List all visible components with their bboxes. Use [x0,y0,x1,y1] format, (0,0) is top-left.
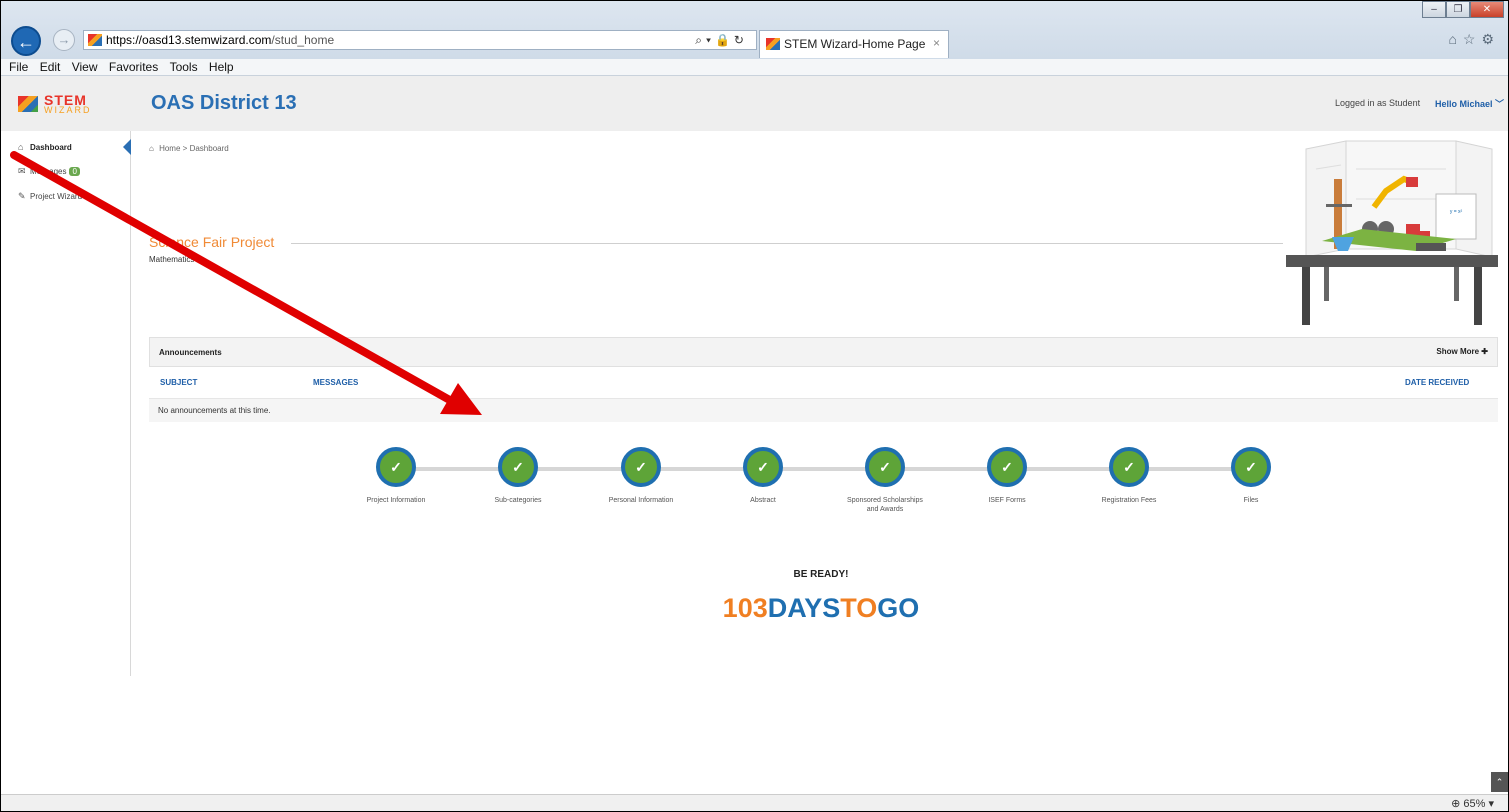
menu-favorites[interactable]: Favorites [109,59,158,75]
announcements-header: Announcements Show More ✚ [149,337,1498,367]
chevron-down-icon: ﹀ [1495,99,1505,109]
check-icon: ✓ [376,447,416,487]
check-icon: ✓ [498,447,538,487]
breadcrumb: ⌂ Home > Dashboard [149,144,229,153]
user-menu[interactable]: Hello Michael ﹀ [1435,97,1504,110]
check-icon: ✓ [987,447,1027,487]
restore-icon[interactable]: ❐ [1446,1,1470,18]
step-sponsored-scholarships[interactable]: ✓ Sponsored Scholarships and Awards [825,447,945,514]
column-messages[interactable]: MESSAGES [313,378,358,387]
plus-icon: ✚ [1481,347,1488,356]
menu-bar: File Edit View Favorites Tools Help [1,59,1508,76]
window-controls: – ❐ ✕ [1422,1,1504,19]
district-title: OAS District 13 [151,92,297,114]
project-category: Mathematics [149,255,195,264]
step-abstract[interactable]: ✓ Abstract [703,447,823,505]
check-icon: ✓ [865,447,905,487]
browser-window: – ❐ ✕ ← → https://oasd13.stemwizard.com/… [0,0,1509,812]
science-lab-illustration: y = x² [1286,140,1498,325]
menu-tools[interactable]: Tools [170,59,198,75]
zoom-icon: ⊕ [1451,798,1461,810]
address-url: https://oasd13.stemwizard.com/stud_home [106,33,335,47]
step-project-information[interactable]: ✓ Project Information [336,447,456,505]
menu-file[interactable]: File [9,59,28,75]
logo-mark-icon [18,96,38,112]
title-divider [291,243,1283,244]
show-more-button[interactable]: Show More ✚ [1436,347,1488,356]
svg-text:y = x²: y = x² [1450,209,1463,215]
step-personal-information[interactable]: ✓ Personal Information [581,447,701,505]
be-ready-label: BE READY! [793,569,849,580]
step-sub-categories[interactable]: ✓ Sub-categories [458,447,578,505]
menu-edit[interactable]: Edit [40,59,61,75]
check-icon: ✓ [1109,447,1149,487]
sidebar-item-dashboard[interactable]: ⌂ Dashboard [18,142,72,154]
check-icon: ✓ [621,447,661,487]
site-favicon-icon [88,34,102,46]
sidebar-item-project-wizard[interactable]: ✎ Project Wizard [18,191,82,203]
minimize-icon[interactable]: – [1422,1,1446,18]
check-icon: ✓ [1231,447,1271,487]
address-bar[interactable]: https://oasd13.stemwizard.com/stud_home … [83,30,757,50]
project-title: Science Fair Project [149,234,275,250]
breadcrumb-current: Dashboard [189,144,229,153]
address-actions[interactable]: ⌕▾🔒↻ [695,31,748,49]
tab-title: STEM Wizard-Home Page [784,37,926,51]
announcements-title: Announcements [159,348,222,357]
browser-chrome: – ❐ ✕ ← → https://oasd13.stemwizard.com/… [1,1,1508,59]
breadcrumb-home[interactable]: Home [159,144,180,153]
status-bar: ⊕ 65% ▾ [1,794,1508,811]
announcements-columns: SUBJECT MESSAGES DATE RECEIVED [149,368,1498,398]
sidebar-item-messages[interactable]: ✉ Messages 0 [18,166,80,178]
close-window-icon[interactable]: ✕ [1470,1,1504,18]
menu-help[interactable]: Help [209,59,234,75]
home-icon: ⌂ [18,142,24,152]
days-countdown: 103DAYSTOGO [722,593,920,623]
step-registration-fees[interactable]: ✓ Registration Fees [1069,447,1189,505]
messages-count-badge: 0 [69,167,80,176]
announcements-empty-row: No announcements at this time. [149,398,1498,422]
forward-arrow-icon[interactable]: → [53,29,75,51]
app-header: STEM WIZARD OAS District 13 Logged in as… [1,76,1508,131]
scroll-to-top-button[interactable]: ⌃ [1491,772,1508,792]
check-icon: ✓ [743,447,783,487]
tab-close-icon[interactable]: × [933,36,940,50]
zoom-control[interactable]: ⊕ 65% ▾ [1451,797,1494,810]
menu-view[interactable]: View [72,59,98,75]
step-files[interactable]: ✓ Files [1191,447,1311,505]
home-icon: ⌂ [149,144,154,153]
step-isef-forms[interactable]: ✓ ISEF Forms [947,447,1067,505]
column-date-received[interactable]: DATE RECEIVED [1405,378,1469,387]
sidebar-collapse-handle[interactable] [123,139,131,155]
back-arrow-icon[interactable]: ← [11,26,41,56]
column-subject[interactable]: SUBJECT [160,378,197,387]
envelope-icon: ✉ [18,166,26,176]
logged-in-status: Logged in as Student [1335,98,1421,108]
days-remaining: 103 [722,593,768,623]
browser-toolbar-icons[interactable]: ⌂☆⚙ [1448,31,1500,48]
stem-wizard-logo[interactable]: STEM WIZARD [18,92,118,117]
edit-icon: ✎ [18,191,26,201]
tab-home-page[interactable]: STEM Wizard-Home Page × [759,30,949,58]
tab-favicon-icon [766,38,780,50]
